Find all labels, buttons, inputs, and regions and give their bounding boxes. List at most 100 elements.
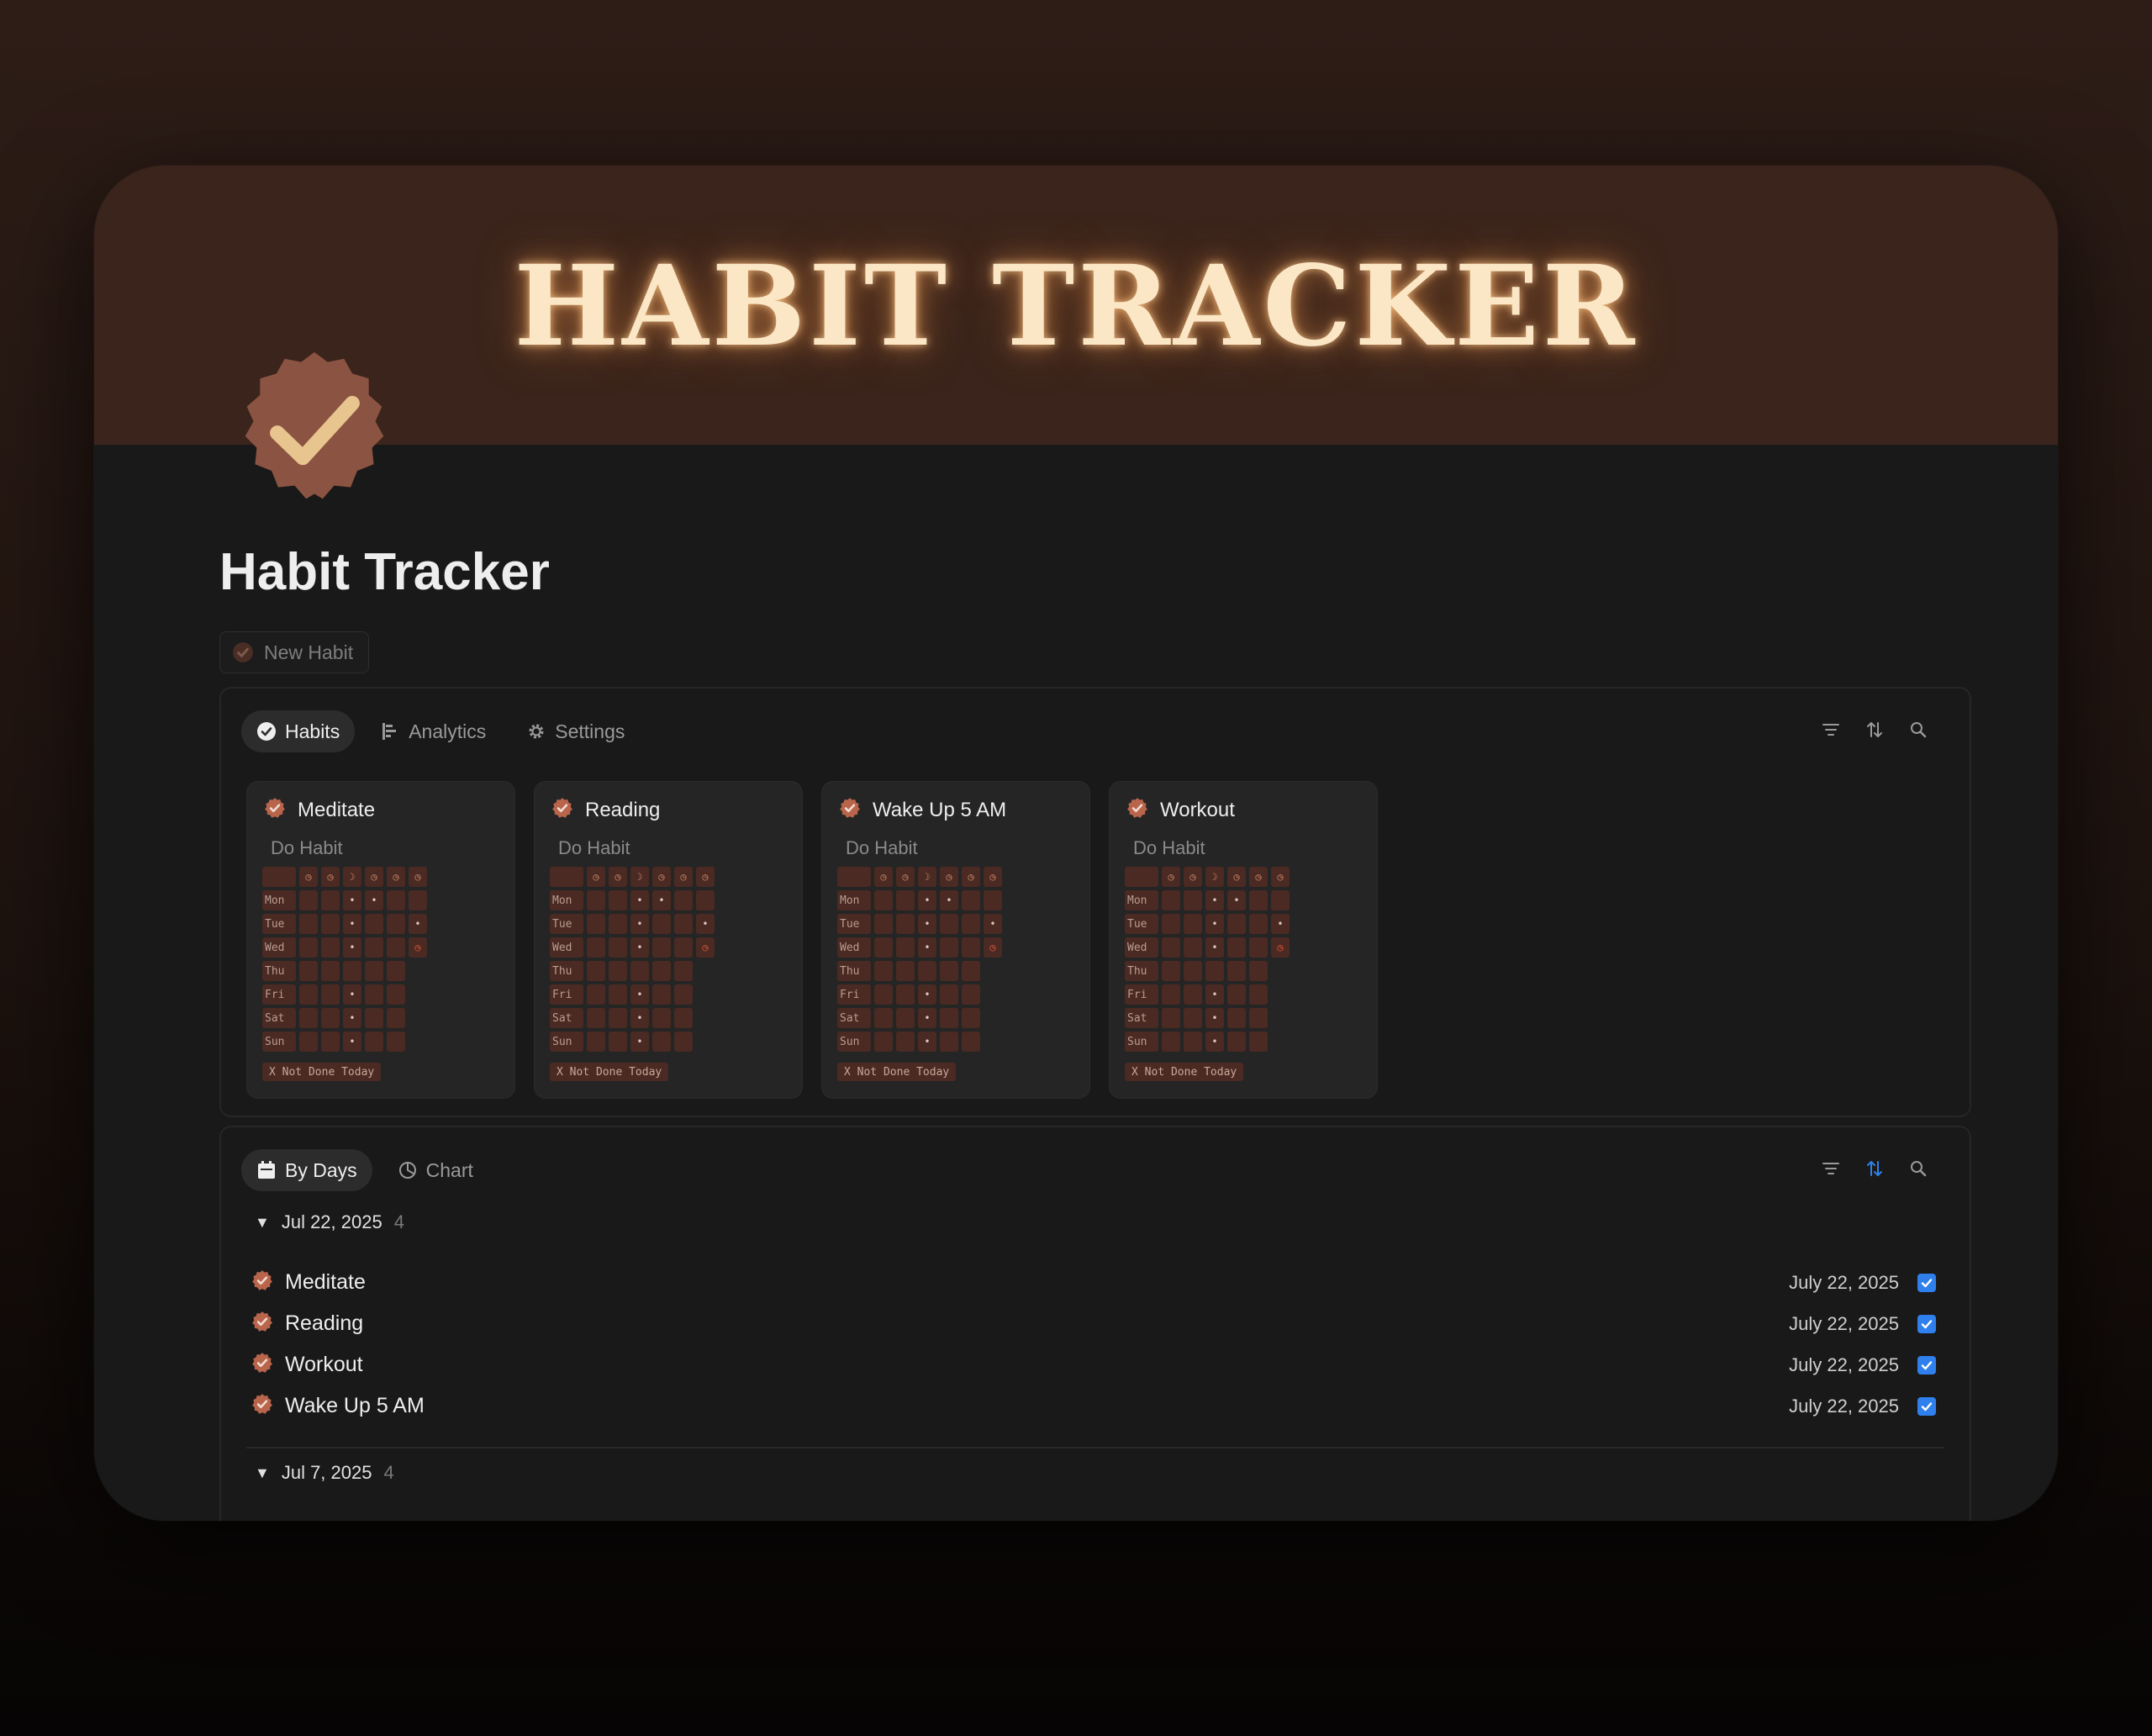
grid-cell (940, 984, 958, 1005)
grid-day-label: Fri (1125, 984, 1158, 1005)
grid-cell (387, 961, 405, 981)
do-habit-button[interactable]: Do Habit (271, 837, 343, 859)
grid-cell (874, 1032, 893, 1052)
list-item[interactable]: Wake Up 5 AM July 22, 2025 (251, 1385, 1936, 1427)
grid-cell (1227, 984, 1246, 1005)
grid-cell: • (630, 1008, 649, 1028)
group-divider (246, 1447, 1944, 1448)
done-checkbox[interactable] (1917, 1396, 1936, 1416)
grid-cell (587, 937, 605, 958)
grid-cell (1271, 961, 1290, 981)
habit-log-name: Wake Up 5 AM (285, 1394, 425, 1417)
grid-cell (609, 1008, 627, 1028)
grid-cell (321, 984, 340, 1005)
tab-settings[interactable]: Settings (511, 710, 640, 752)
grid-day-label: Mon (550, 890, 583, 910)
tab-analytics[interactable]: Analytics (365, 710, 501, 752)
grid-day-label: Wed (262, 937, 296, 958)
list-item[interactable]: Reading July 22, 2025 (251, 1303, 1936, 1344)
grid-cell: • (343, 914, 361, 934)
new-habit-button[interactable]: New Habit (219, 631, 370, 673)
grid-corner (837, 867, 871, 887)
grid-cell (984, 1032, 1002, 1052)
grid-cell (1184, 984, 1202, 1005)
habit-card[interactable]: Wake Up 5 AM Do Habit ◷ ◷ ☽ ◷ ◷ ◷ Mon • • Tue • • Wed •… (821, 781, 1090, 1099)
grid-cell (1162, 1008, 1180, 1028)
grid-header-cell: ◷ (609, 867, 627, 887)
tab-chart[interactable]: Chart (382, 1149, 488, 1191)
grid-day-label: Wed (837, 937, 871, 958)
grid-cell (962, 890, 980, 910)
grid-header-cell: ☽ (1205, 867, 1224, 887)
sort-icon[interactable] (1864, 1158, 1886, 1179)
grid-header-cell: ◷ (652, 867, 671, 887)
habit-log-date: July 22, 2025 (1789, 1395, 1899, 1417)
sort-icon[interactable] (1864, 719, 1886, 741)
grid-cell: • (940, 890, 958, 910)
collapse-triangle-icon[interactable]: ▼ (255, 1464, 270, 1482)
grid-cell (1227, 1008, 1246, 1028)
page-icon-check-badge[interactable] (232, 349, 397, 514)
do-habit-button[interactable]: Do Habit (558, 837, 630, 859)
grid-cell (299, 1032, 318, 1052)
group-header-jul-7[interactable]: ▼ Jul 7, 2025 4 (255, 1462, 394, 1484)
grid-cell (940, 914, 958, 934)
list-item[interactable]: Meditate July 22, 2025 (251, 1262, 1936, 1303)
not-done-today-badge: X Not Done Today (262, 1063, 382, 1081)
tab-habits[interactable]: Habits (241, 710, 356, 752)
grid-cell (1249, 961, 1268, 981)
grid-cell: • (984, 914, 1002, 934)
grid-header-cell: ◷ (940, 867, 958, 887)
search-icon[interactable] (1907, 719, 1929, 741)
habit-card-header: Workout (1126, 797, 1235, 823)
weekly-habit-grid: ◷ ◷ ☽ ◷ ◷ ◷ Mon • • Tue • • Wed • ◷ Thu Fri • Sat • Sun • (837, 867, 1002, 1055)
group-header-jul-22[interactable]: ▼ Jul 22, 2025 4 (255, 1211, 404, 1233)
grid-day-label: Sun (262, 1032, 296, 1052)
days-toolbar (1820, 1158, 1929, 1179)
bar-chart-icon (382, 723, 397, 740)
grid-cell: • (343, 890, 361, 910)
grid-cell (1271, 1008, 1290, 1028)
check-badge-icon (233, 642, 253, 662)
do-habit-button[interactable]: Do Habit (1133, 837, 1205, 859)
grid-day-label: Wed (1125, 937, 1158, 958)
grid-header-cell: ◷ (1249, 867, 1268, 887)
filter-icon[interactable] (1820, 719, 1842, 741)
grid-cell (1271, 1032, 1290, 1052)
search-icon[interactable] (1907, 1158, 1929, 1179)
grid-cell: ◷ (984, 937, 1002, 958)
grid-cell (652, 937, 671, 958)
grid-cell (1162, 1032, 1180, 1052)
check-badge-icon (551, 797, 573, 823)
grid-cell (409, 984, 427, 1005)
habit-card-title: Workout (1160, 798, 1235, 821)
collapse-triangle-icon[interactable]: ▼ (255, 1214, 270, 1232)
grid-cell (896, 1032, 915, 1052)
grid-cell (587, 961, 605, 981)
grid-day-label: Wed (550, 937, 583, 958)
check-badge-icon (839, 797, 861, 823)
do-habit-button[interactable]: Do Habit (846, 837, 918, 859)
done-checkbox[interactable] (1917, 1314, 1936, 1333)
grid-cell (984, 1008, 1002, 1028)
grid-day-label: Thu (550, 961, 583, 981)
habit-card[interactable]: Meditate Do Habit ◷ ◷ ☽ ◷ ◷ ◷ Mon • • Tue • • Wed • ◷ Thu… (246, 781, 515, 1099)
filter-icon[interactable] (1820, 1158, 1842, 1179)
grid-cell (587, 1008, 605, 1028)
habit-card[interactable]: Reading Do Habit ◷ ◷ ☽ ◷ ◷ ◷ Mon • • Tue • • Wed • ◷ Thu F… (534, 781, 803, 1099)
grid-cell (962, 961, 980, 981)
pie-chart-icon (398, 1162, 416, 1179)
grid-day-label: Sat (550, 1008, 583, 1028)
grid-cell (299, 890, 318, 910)
grid-day-label: Sun (837, 1032, 871, 1052)
list-item[interactable]: Workout July 22, 2025 (251, 1344, 1936, 1385)
tab-by-days[interactable]: By Days (241, 1149, 372, 1191)
grid-corner (550, 867, 583, 887)
habit-card[interactable]: Workout Do Habit ◷ ◷ ☽ ◷ ◷ ◷ Mon • • Tue • • Wed • ◷ Thu F… (1109, 781, 1378, 1099)
grid-cell (630, 961, 649, 981)
grid-cell (299, 984, 318, 1005)
done-checkbox[interactable] (1917, 1273, 1936, 1292)
grid-cell: ◷ (696, 937, 715, 958)
notion-page-window: HABIT TRACKER Habit Tracker New Habit Ha… (94, 166, 2058, 1521)
done-checkbox[interactable] (1917, 1355, 1936, 1375)
